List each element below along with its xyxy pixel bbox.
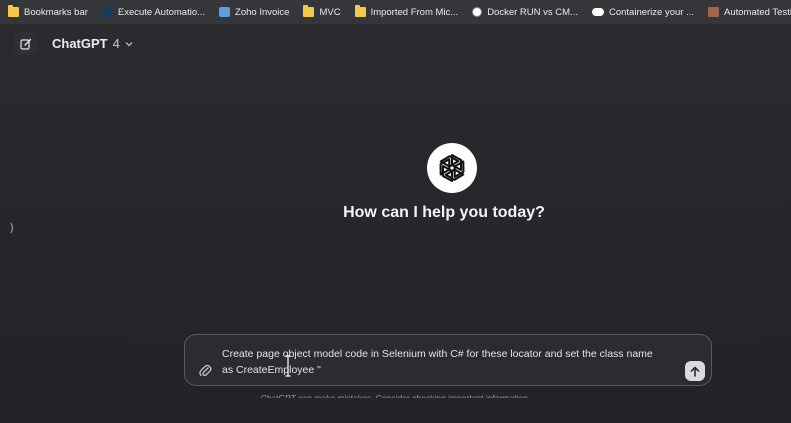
paperclip-icon — [199, 364, 212, 377]
model-version: 4 — [112, 36, 120, 51]
new-chat-button[interactable] — [14, 32, 37, 55]
sidebar-toggle-button[interactable] — [10, 221, 16, 234]
chevron-down-icon — [125, 41, 133, 46]
bookmark-label: Containerize your ... — [608, 6, 694, 18]
text-cursor-icon — [285, 355, 291, 377]
bookmark-containerize[interactable]: Containerize your ... — [584, 0, 700, 24]
avatar-favicon-icon — [708, 7, 719, 17]
message-input-line-2: as CreateEmployee " — [222, 364, 321, 376]
bookmark-docker-run[interactable]: Docker RUN vs CM... — [464, 0, 584, 24]
model-name: ChatGPT — [52, 36, 108, 51]
bookmark-execute-automation[interactable]: Execute Automatio... — [94, 0, 211, 24]
bookmark-label: Zoho Invoice — [235, 6, 290, 18]
message-input[interactable]: Create page object model code in Seleniu… — [222, 346, 682, 378]
zoho-icon — [219, 7, 231, 17]
edit-icon — [19, 38, 31, 50]
bookmark-label: Bookmarks bar — [24, 6, 88, 18]
attach-button[interactable] — [198, 362, 212, 378]
bookmark-mvc[interactable]: MVC — [295, 0, 346, 24]
bookmark-imported[interactable]: Imported From Mic... — [347, 0, 465, 24]
medium-icon — [591, 8, 604, 16]
bookmark-label: Imported From Mic... — [370, 6, 459, 18]
send-button[interactable] — [685, 361, 705, 381]
bookmark-bookmarks-bar[interactable]: Bookmarks bar — [0, 0, 94, 24]
message-input-line-1: Create page object model code in Seleniu… — [222, 348, 653, 360]
folder-icon — [303, 5, 315, 17]
arrow-up-icon — [690, 366, 700, 377]
disclaimer-text: ChatGPT can make mistakes. Consider chec… — [260, 393, 531, 398]
hero-title: How can I help you today? — [343, 204, 545, 221]
message-composer[interactable]: Create page object model code in Seleniu… — [184, 334, 712, 386]
bookmark-label: MVC — [319, 6, 341, 18]
executeautomation-icon — [101, 7, 113, 17]
bookmarks-bar: Bookmarks bar Execute Automatio... Zoho … — [0, 0, 791, 25]
model-selector[interactable]: ChatGPT 4 — [52, 36, 133, 51]
docker-site-icon — [472, 7, 483, 17]
openai-logo-icon — [427, 143, 477, 193]
folder-icon — [8, 5, 19, 17]
empty-state: How can I help you today? — [0, 143, 791, 222]
folder-icon — [354, 5, 366, 17]
bookmark-zoho-invoice[interactable]: Zoho Invoice — [211, 0, 295, 24]
bookmark-label: Docker RUN vs CM... — [487, 6, 578, 18]
bookmark-label: Automated Testing... — [724, 6, 791, 18]
bookmark-label: Execute Automatio... — [117, 6, 206, 18]
bookmark-automated-testing[interactable]: Automated Testing... — [700, 0, 791, 24]
chevron-right-icon — [10, 222, 14, 234]
